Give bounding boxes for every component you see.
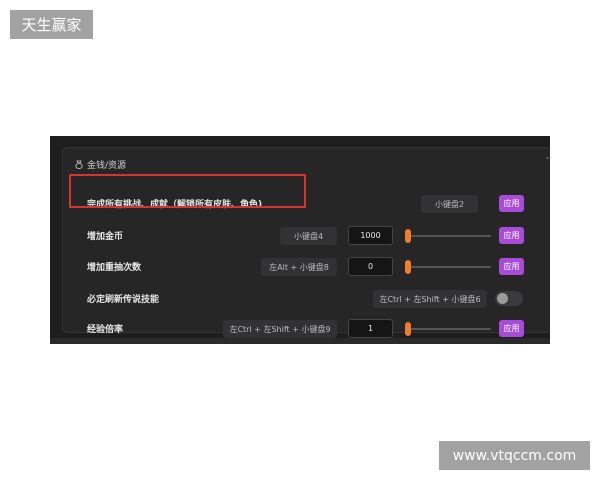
row-label: 完成所有挑战、成就（解锁所有皮肤、角色) [87, 200, 263, 210]
row-label: 必定刷新传说技能 [87, 295, 160, 305]
row-exp-multiplier: 经验倍率 左Ctrl + 左Shift + 小键盘9 1 应用 [63, 318, 543, 340]
game-trainer-screenshot: 金钱/资源 ⌃ 完成所有挑战、成就（解锁所有皮肤、角色) 小键盘2 应用 增加金… [50, 136, 550, 344]
row-add-reroll: 增加重抽次数 左Alt + 小键盘8 0 应用 [63, 256, 543, 278]
panel-title: 金钱/资源 [87, 160, 127, 171]
value-input[interactable]: 1 [348, 319, 393, 338]
hotkey-badge[interactable]: 左Ctrl + 左Shift + 小键盘9 [223, 320, 337, 338]
hotkey-badge[interactable]: 左Alt + 小键盘8 [261, 258, 337, 276]
row-complete-challenges: 完成所有挑战、成就（解锁所有皮肤、角色) 小键盘2 应用 [63, 193, 543, 215]
toggle-knob [497, 293, 508, 304]
row-label: 增加重抽次数 [87, 263, 142, 273]
watermark-top-left: 天生赢家 [10, 10, 93, 39]
slider-track[interactable] [405, 266, 491, 268]
value-input[interactable]: 1000 [348, 226, 393, 245]
slider-handle[interactable] [405, 260, 411, 274]
row-label: 经验倍率 [87, 325, 124, 335]
value-input[interactable]: 0 [348, 257, 393, 276]
hotkey-badge[interactable]: 左Ctrl + 左Shift + 小键盘6 [373, 290, 487, 308]
row-legendary-refresh: 必定刷新传说技能 左Ctrl + 左Shift + 小键盘6 [63, 288, 543, 310]
slider-handle[interactable] [405, 322, 411, 336]
slider-track[interactable] [405, 328, 491, 330]
hotkey-badge[interactable]: 小键盘2 [421, 195, 478, 213]
row-label: 增加金币 [87, 232, 124, 242]
apply-button[interactable]: 应用 [499, 258, 524, 275]
chevron-up-icon[interactable]: ⌃ [544, 156, 550, 165]
bottom-strip [50, 338, 550, 344]
legendary-toggle[interactable] [495, 291, 523, 306]
row-add-gold: 增加金币 小键盘4 1000 应用 [63, 225, 543, 247]
apply-button[interactable]: 应用 [499, 320, 524, 337]
watermark-bottom-right: www.vtqccm.com [439, 441, 590, 470]
coin-icon [75, 160, 83, 169]
apply-button[interactable]: 应用 [499, 195, 524, 212]
hotkey-badge[interactable]: 小键盘4 [280, 227, 337, 245]
apply-button[interactable]: 应用 [499, 227, 524, 244]
slider-track[interactable] [405, 235, 491, 237]
panel-header[interactable]: 金钱/资源 [75, 157, 126, 171]
slider-handle[interactable] [405, 229, 411, 243]
money-resources-panel: 金钱/资源 ⌃ 完成所有挑战、成就（解锁所有皮肤、角色) 小键盘2 应用 增加金… [62, 147, 550, 338]
